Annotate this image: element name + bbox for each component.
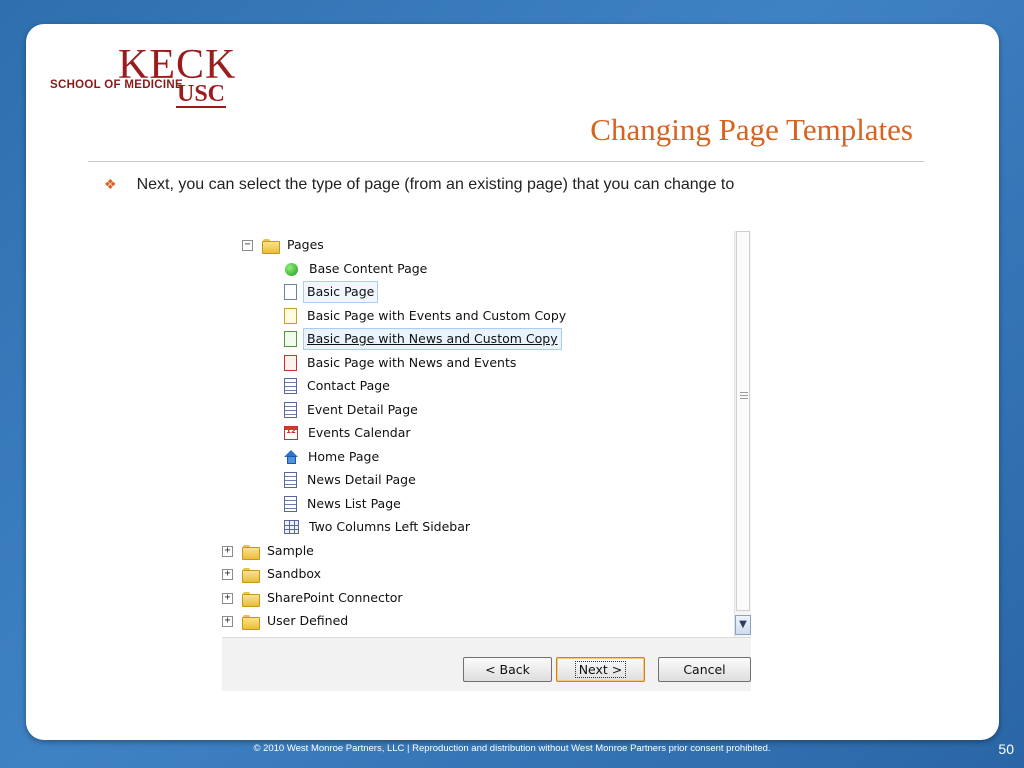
next-button-label: Next >: [574, 660, 627, 678]
calendar-icon: 12: [284, 426, 298, 440]
next-button[interactable]: Next >: [556, 657, 645, 682]
tree-node-label: User Defined: [267, 613, 349, 628]
grid-page-icon: [284, 520, 299, 534]
bullet-text: Next, you can select the type of page (f…: [136, 176, 735, 193]
expand-icon[interactable]: +: [222, 592, 233, 604]
blank-page-icon: [284, 284, 297, 300]
tree-item-label: Basic Page with News and Events: [307, 355, 517, 370]
tree-item-basic-page-events-custom-copy[interactable]: Basic Page with Events and Custom Copy: [284, 306, 570, 326]
tree-item-basic-page-news-events[interactable]: Basic Page with News and Events: [284, 353, 520, 373]
tree-node-label: Sandbox: [267, 566, 322, 581]
logo-usc-text: USC: [176, 81, 227, 108]
folder-icon: [242, 614, 260, 630]
tree-item-label: Event Detail Page: [307, 402, 418, 417]
tree-node-sample[interactable]: + Sample: [222, 541, 318, 561]
expand-icon[interactable]: +: [222, 545, 233, 557]
expand-icon[interactable]: +: [222, 615, 233, 627]
expand-icon[interactable]: +: [222, 568, 233, 580]
tree-item-home-page[interactable]: Home Page: [284, 447, 383, 467]
tree-item-news-detail-page[interactable]: News Detail Page: [284, 470, 420, 490]
diamond-bullet-icon: ❖: [104, 176, 117, 192]
red-page-icon: [284, 355, 297, 371]
tree-item-label: Two Columns Left Sidebar: [309, 519, 471, 534]
lined-page-icon: [284, 378, 297, 394]
folder-icon: [242, 567, 260, 583]
slide-title: Changing Page Templates: [590, 112, 913, 147]
tree-node-label: Pages: [287, 237, 324, 252]
tree-item-basic-page-news-custom-copy[interactable]: Basic Page with News and Custom Copy: [284, 328, 562, 350]
tree-item-events-calendar[interactable]: 12 Events Calendar: [284, 423, 415, 443]
tree-node-user-defined[interactable]: + User Defined: [222, 611, 352, 631]
tree-item-event-detail-page[interactable]: Event Detail Page: [284, 400, 422, 420]
tree-item-label: Base Content Page: [309, 261, 428, 276]
tree-node-pages[interactable]: − Pages: [242, 235, 328, 255]
lined-page-icon: [284, 496, 297, 512]
tree-node-sharepoint-connector[interactable]: + SharePoint Connector: [222, 588, 407, 608]
folder-icon: [242, 591, 260, 607]
lined-page-icon: [284, 472, 297, 488]
collapse-icon[interactable]: −: [242, 239, 253, 251]
tree-item-label: Basic Page with News and Custom Copy: [303, 328, 562, 350]
keck-usc-logo: KECK SCHOOL OF MEDICINE USC: [50, 42, 240, 126]
tree-item-label: News List Page: [307, 496, 401, 511]
bullet-item: ❖ Next, you can select the type of page (…: [104, 176, 734, 194]
tree-node-label: Sample: [267, 543, 314, 558]
wizard-button-bar: < Back Next > Cancel: [222, 637, 751, 691]
tree-item-label: Contact Page: [307, 378, 390, 393]
template-tree: − Pages Base Content Page Basic Page Bas…: [222, 231, 734, 637]
green-page-icon: [284, 331, 297, 347]
tree-item-label: News Detail Page: [307, 472, 416, 487]
vertical-scrollbar[interactable]: ▼: [734, 231, 751, 637]
cancel-button[interactable]: Cancel: [658, 657, 751, 682]
tree-item-basic-page[interactable]: Basic Page: [284, 281, 379, 303]
slide: KECK SCHOOL OF MEDICINE USC Changing Pag…: [26, 24, 999, 740]
tree-item-base-content-page[interactable]: Base Content Page: [285, 259, 431, 279]
tree-item-label: Basic Page with Events and Custom Copy: [307, 308, 567, 323]
template-picker-screenshot: − Pages Base Content Page Basic Page Bas…: [222, 231, 751, 691]
tree-item-label: Events Calendar: [308, 425, 411, 440]
home-icon: [284, 450, 299, 464]
tree-item-news-list-page[interactable]: News List Page: [284, 494, 405, 514]
tree-item-contact-page[interactable]: Contact Page: [284, 376, 394, 396]
scrollbar-thumb[interactable]: [736, 231, 750, 611]
title-divider: [88, 161, 924, 162]
yellow-page-icon: [284, 308, 297, 324]
back-button[interactable]: < Back: [463, 657, 552, 682]
folder-icon: [262, 238, 280, 254]
green-circle-icon: [285, 262, 298, 276]
tree-node-sandbox[interactable]: + Sandbox: [222, 564, 325, 584]
chevron-down-icon: ▼: [739, 619, 747, 630]
scroll-down-button[interactable]: ▼: [735, 615, 751, 635]
tree-item-label: Basic Page: [303, 281, 379, 303]
folder-icon: [242, 544, 260, 560]
page-number: 50: [998, 741, 1014, 757]
tree-node-label: SharePoint Connector: [267, 590, 403, 605]
lined-page-icon: [284, 402, 297, 418]
tree-item-two-columns-left-sidebar[interactable]: Two Columns Left Sidebar: [284, 517, 474, 537]
footer-copyright: © 2010 West Monroe Partners, LLC | Repro…: [253, 743, 771, 754]
tree-item-label: Home Page: [308, 449, 380, 464]
grip-icon: [740, 392, 748, 400]
logo-school-text: SCHOOL OF MEDICINE: [50, 79, 183, 91]
